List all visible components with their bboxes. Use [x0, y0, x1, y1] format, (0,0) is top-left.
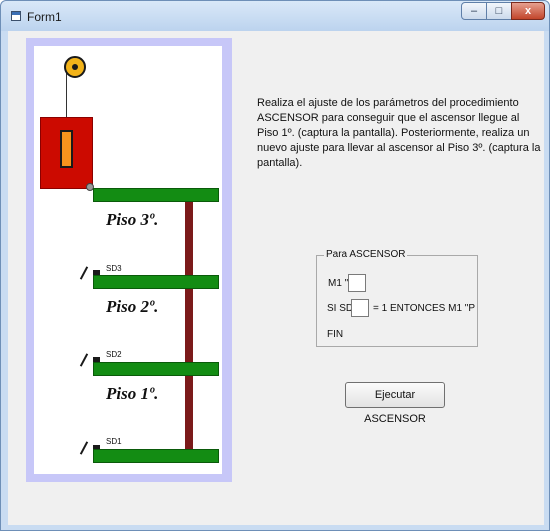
execute-ascensor-button[interactable]: Ejecutar ASCENSOR: [345, 382, 445, 425]
floor-label-3: Piso 3º.: [106, 210, 159, 229]
sd-input[interactable]: [351, 299, 369, 317]
sensor-label-sd2: SD2: [106, 350, 122, 359]
floor-platform-ground: [93, 449, 219, 463]
si-sd-label: SI SD: [327, 303, 354, 314]
title-bar: Form1 – □ x: [1, 1, 549, 31]
procedure-groupbox-title: Para ASCENSOR: [324, 249, 408, 260]
m1-input[interactable]: [348, 274, 366, 292]
maximize-button[interactable]: □: [486, 2, 512, 20]
sensor-label-sd3: SD3: [106, 264, 122, 273]
floor-platform-1: [93, 362, 219, 376]
elevator-rope: [66, 68, 67, 118]
end-label: FIN: [327, 329, 344, 340]
minimize-button[interactable]: –: [461, 2, 487, 20]
elevator-guide-pole: [185, 201, 193, 450]
sensor-label-sd1: SD1: [106, 437, 122, 446]
close-button[interactable]: x: [511, 2, 545, 20]
instructions-text: Realiza el ajuste de los parámetros del …: [257, 97, 541, 169]
elevator-car-window: [60, 130, 73, 168]
floor-label-1: Piso 1º.: [106, 384, 159, 403]
m1-label: M1 ": [328, 278, 349, 289]
form-icon: [11, 11, 21, 21]
then-label: = 1 ENTONCES M1 "P: [373, 303, 476, 314]
elevator-shaft: [34, 46, 222, 474]
floor-platform-3: [93, 188, 219, 202]
floor-platform-2: [93, 275, 219, 289]
pulley-icon: [64, 56, 86, 78]
window-title: Form1: [27, 10, 62, 24]
floor-label-2: Piso 2º.: [106, 297, 159, 316]
